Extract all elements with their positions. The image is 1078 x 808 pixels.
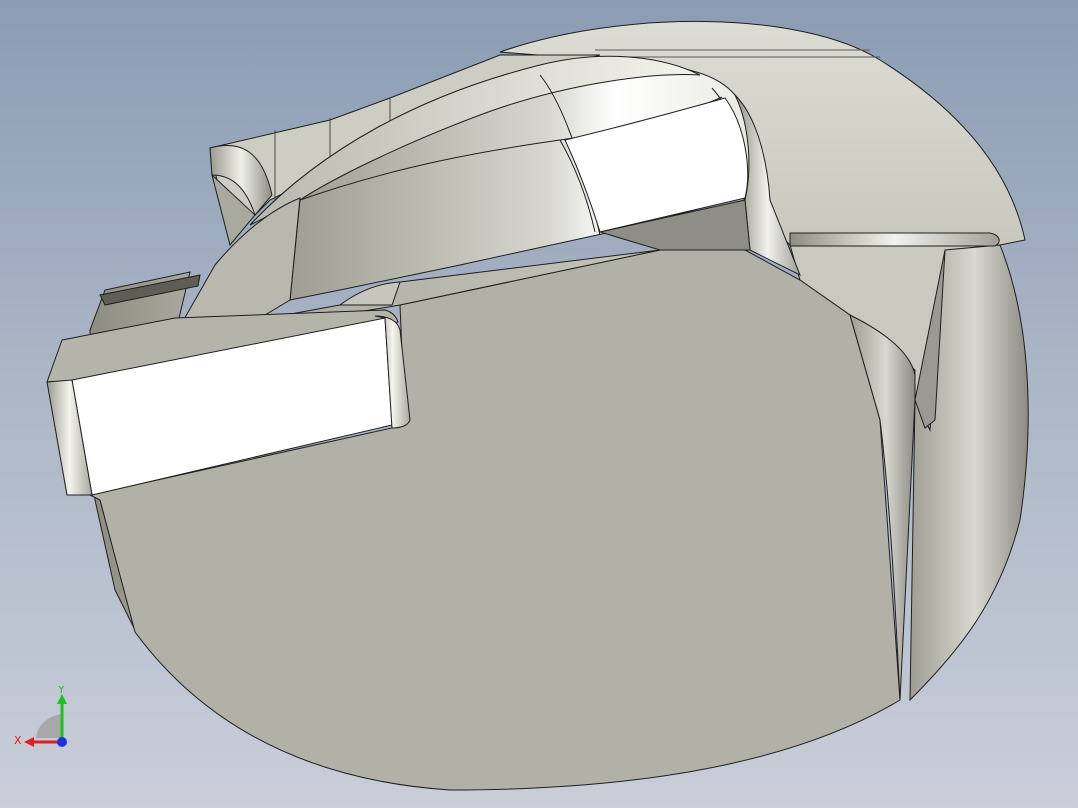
axis-triad: Y X xyxy=(14,686,67,747)
x-axis-arrow xyxy=(24,737,34,747)
y-axis-label: Y xyxy=(57,686,65,696)
triad-plane-icon xyxy=(36,714,62,738)
right-rib-lip xyxy=(789,232,1000,247)
graphics-viewport[interactable]: Y X xyxy=(0,0,1078,808)
x-axis-label: X xyxy=(14,734,22,747)
z-axis-dot xyxy=(57,737,67,747)
3d-model-view[interactable] xyxy=(0,0,1078,808)
